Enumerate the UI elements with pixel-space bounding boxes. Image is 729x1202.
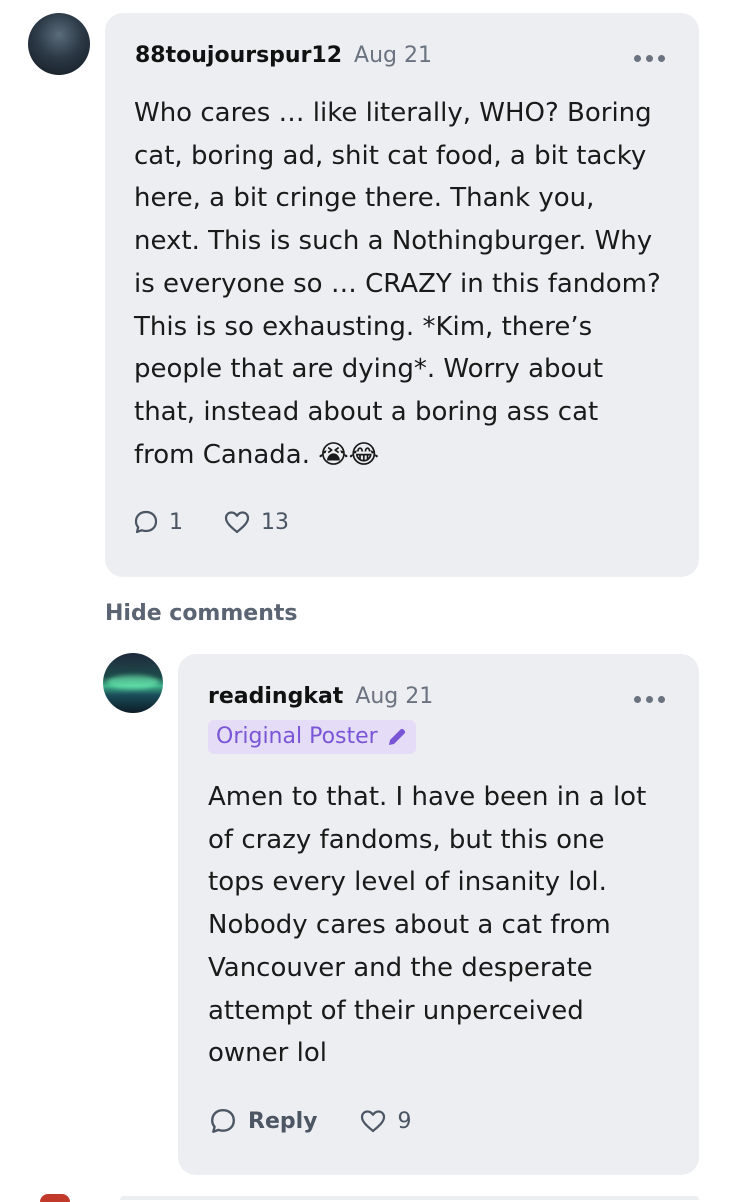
comment-username[interactable]: 88toujourspur12: [135, 43, 342, 68]
next-comment-peek: [0, 1190, 729, 1202]
like-count: 9: [397, 1108, 412, 1134]
reply-actions: Reply 9: [208, 1107, 412, 1135]
reply-meta: readingkat Aug 21: [208, 684, 433, 709]
more-options-icon[interactable]: [634, 696, 665, 703]
avatar: [40, 1194, 70, 1202]
hide-comments-link[interactable]: Hide comments: [105, 601, 297, 626]
reply-button[interactable]: 1: [133, 509, 183, 535]
avatar[interactable]: [28, 13, 90, 75]
heart-icon: [224, 511, 250, 534]
reply-date: Aug 21: [355, 684, 434, 709]
original-poster-badge: Original Poster: [208, 720, 416, 754]
like-button[interactable]: 13: [223, 509, 289, 535]
like-count: 13: [261, 509, 289, 535]
reply-username[interactable]: readingkat: [208, 684, 343, 709]
comment-text: Who cares … like literally, WHO? Boring …: [134, 98, 661, 470]
avatar[interactable]: [103, 653, 163, 713]
comment-date: Aug 21: [354, 43, 432, 68]
comment-bubble-icon: [134, 510, 158, 534]
comment-meta: 88toujourspur12 Aug 21: [135, 43, 432, 68]
reply-label: Reply: [248, 1108, 318, 1134]
more-options-icon[interactable]: [634, 55, 665, 62]
pencil-icon: [388, 728, 405, 745]
reply-text: Amen to that. I have been in a lot of cr…: [208, 782, 647, 1069]
like-button[interactable]: 9: [358, 1108, 412, 1134]
comment-card: 88toujourspur12 Aug 21 Who cares … like …: [105, 13, 699, 577]
reply-card: readingkat Aug 21 Original Poster Amen t…: [178, 654, 699, 1175]
badge-label: Original Poster: [216, 724, 378, 749]
reply-count: 1: [169, 509, 183, 535]
reply-button[interactable]: Reply: [208, 1107, 318, 1135]
comment-actions: 1 13: [133, 509, 289, 535]
comment-bubble-icon: [211, 1109, 235, 1133]
heart-icon: [360, 1110, 385, 1133]
